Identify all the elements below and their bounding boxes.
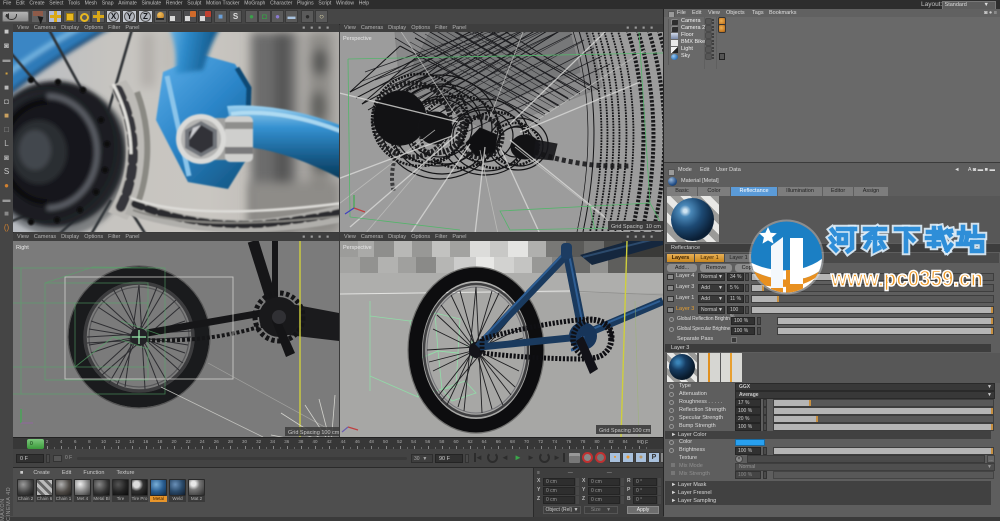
svg-text:Perspective: Perspective <box>343 36 372 42</box>
svg-text:Grid Spacing 100 cm: Grid Spacing 100 cm <box>599 428 651 434</box>
svg-text:Grid Spacing 10 cm: Grid Spacing 10 cm <box>611 224 661 230</box>
svg-text:Grid Spacing 100 cm: Grid Spacing 100 cm <box>288 430 339 436</box>
svg-text:Perspective: Perspective <box>343 245 372 251</box>
svg-text:www.pc0359.cn: www.pc0359.cn <box>830 266 983 291</box>
svg-text:Right: Right <box>16 245 29 251</box>
